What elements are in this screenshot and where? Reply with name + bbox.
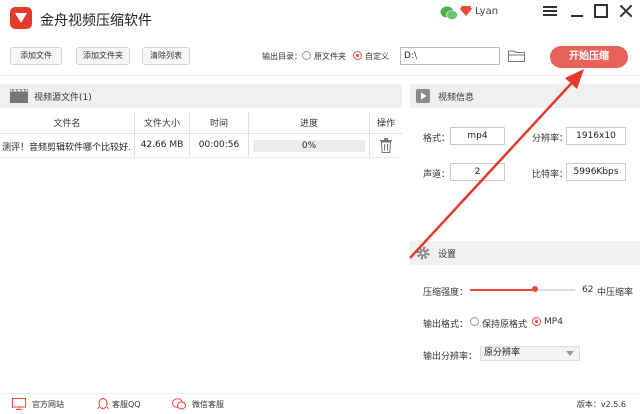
add-folder-button[interactable]: 添加文件夹 <box>76 47 130 65</box>
file-duration: 00:00:56 <box>198 140 240 150</box>
channels-label: 声道： <box>423 170 451 180</box>
output-resolution-label: 输出分辨率： <box>423 352 478 362</box>
film-icon <box>10 89 28 103</box>
mp4-format-radio[interactable] <box>532 317 541 326</box>
file-list-header: 视频源文件(1) <box>0 84 402 108</box>
format-value: mp4 <box>450 127 505 145</box>
gear-icon <box>416 246 430 260</box>
wechat-icon[interactable] <box>440 6 458 20</box>
qq-icon <box>97 398 109 410</box>
wechat-support-icon <box>172 398 186 410</box>
menu-icon[interactable] <box>543 4 557 18</box>
table-row[interactable]: 测评！音频剪辑软件哪个比较好... 42.66 MB 00:00:56 0% <box>0 134 402 158</box>
resolution-label: 分辨率： <box>532 134 569 144</box>
video-info-title: 视频信息 <box>438 93 475 103</box>
maximize-icon[interactable] <box>594 4 608 18</box>
file-list-title: 视频源文件(1) <box>34 93 92 103</box>
custom-folder-radio[interactable] <box>353 51 362 60</box>
compression-slider[interactable] <box>470 286 575 292</box>
col-time: 时间 <box>209 119 228 129</box>
mp4-format-label: MP4 <box>544 317 563 327</box>
source-folder-radio[interactable] <box>302 51 311 60</box>
custom-folder-label: 自定义 <box>365 52 389 61</box>
keep-format-label: 保持原格式 <box>482 320 528 330</box>
keep-format-radio[interactable] <box>470 317 479 326</box>
file-name: 测评！音频剪辑软件哪个比较好... <box>2 143 132 153</box>
output-path-input[interactable] <box>400 47 500 65</box>
username[interactable]: Lyan <box>475 6 498 17</box>
format-label: 格式： <box>423 134 451 144</box>
monitor-icon <box>12 398 26 410</box>
output-resolution-value: 原分辨率 <box>484 348 521 358</box>
video-icon <box>416 89 430 103</box>
footer: 官方网站 客服QQ 微信客服 版本：v2.5.6 <box>0 393 640 414</box>
title-bar: 金舟视频压缩软件 Lyan <box>0 0 640 36</box>
video-info-header: 视频信息 <box>410 84 640 108</box>
wechat-support-link[interactable]: 微信客服 <box>192 399 224 410</box>
progress-bar: 0% <box>253 140 365 152</box>
version-text: 版本：v2.5.6 <box>576 400 626 409</box>
slider-handle[interactable] <box>532 286 539 292</box>
start-compress-button[interactable]: 开始压缩 <box>550 46 628 68</box>
progress-text: 0% <box>301 141 317 151</box>
resolution-value: 1916x10 <box>566 127 626 145</box>
source-folder-label: 原文件夹 <box>314 52 346 61</box>
folder-icon[interactable] <box>508 50 525 62</box>
table-header: 文件名 文件大小 时间 进度 操作 <box>0 112 402 134</box>
trash-icon[interactable] <box>380 138 392 153</box>
output-dir-label: 输出目录： <box>262 52 302 61</box>
diamond-icon <box>460 6 472 16</box>
col-filename: 文件名 <box>53 119 81 129</box>
add-file-button[interactable]: 添加文件 <box>10 47 62 65</box>
clear-list-button[interactable]: 清除列表 <box>142 47 190 65</box>
strength-label: 压缩强度： <box>423 288 469 298</box>
minimize-icon[interactable] <box>570 4 584 18</box>
channels-value: 2 <box>450 163 505 181</box>
col-filesize: 文件大小 <box>143 119 180 129</box>
settings-header: 设置 <box>410 241 640 265</box>
slider-fill <box>470 289 536 291</box>
app-logo-icon <box>10 7 32 29</box>
bitrate-value: 5996Kbps <box>566 163 626 181</box>
col-action: 操作 <box>376 119 395 129</box>
output-resolution-select[interactable]: 原分辨率 <box>480 346 580 361</box>
app-title: 金舟视频压缩软件 <box>40 13 152 29</box>
close-icon[interactable] <box>619 4 633 18</box>
website-link[interactable]: 官方网站 <box>32 399 64 410</box>
toolbar: 添加文件 添加文件夹 清除列表 输出目录： 原文件夹 自定义 <box>0 36 640 76</box>
strength-value: 62 <box>582 285 594 295</box>
settings-title: 设置 <box>438 250 457 260</box>
output-format-label: 输出格式： <box>423 320 469 330</box>
strength-text: 中压缩率 <box>597 288 634 298</box>
file-size: 42.66 MB <box>140 140 184 150</box>
bitrate-label: 比特率： <box>532 170 569 180</box>
chevron-down-icon <box>566 351 574 356</box>
qq-support-link[interactable]: 客服QQ <box>112 399 141 410</box>
col-progress: 进度 <box>299 119 318 129</box>
